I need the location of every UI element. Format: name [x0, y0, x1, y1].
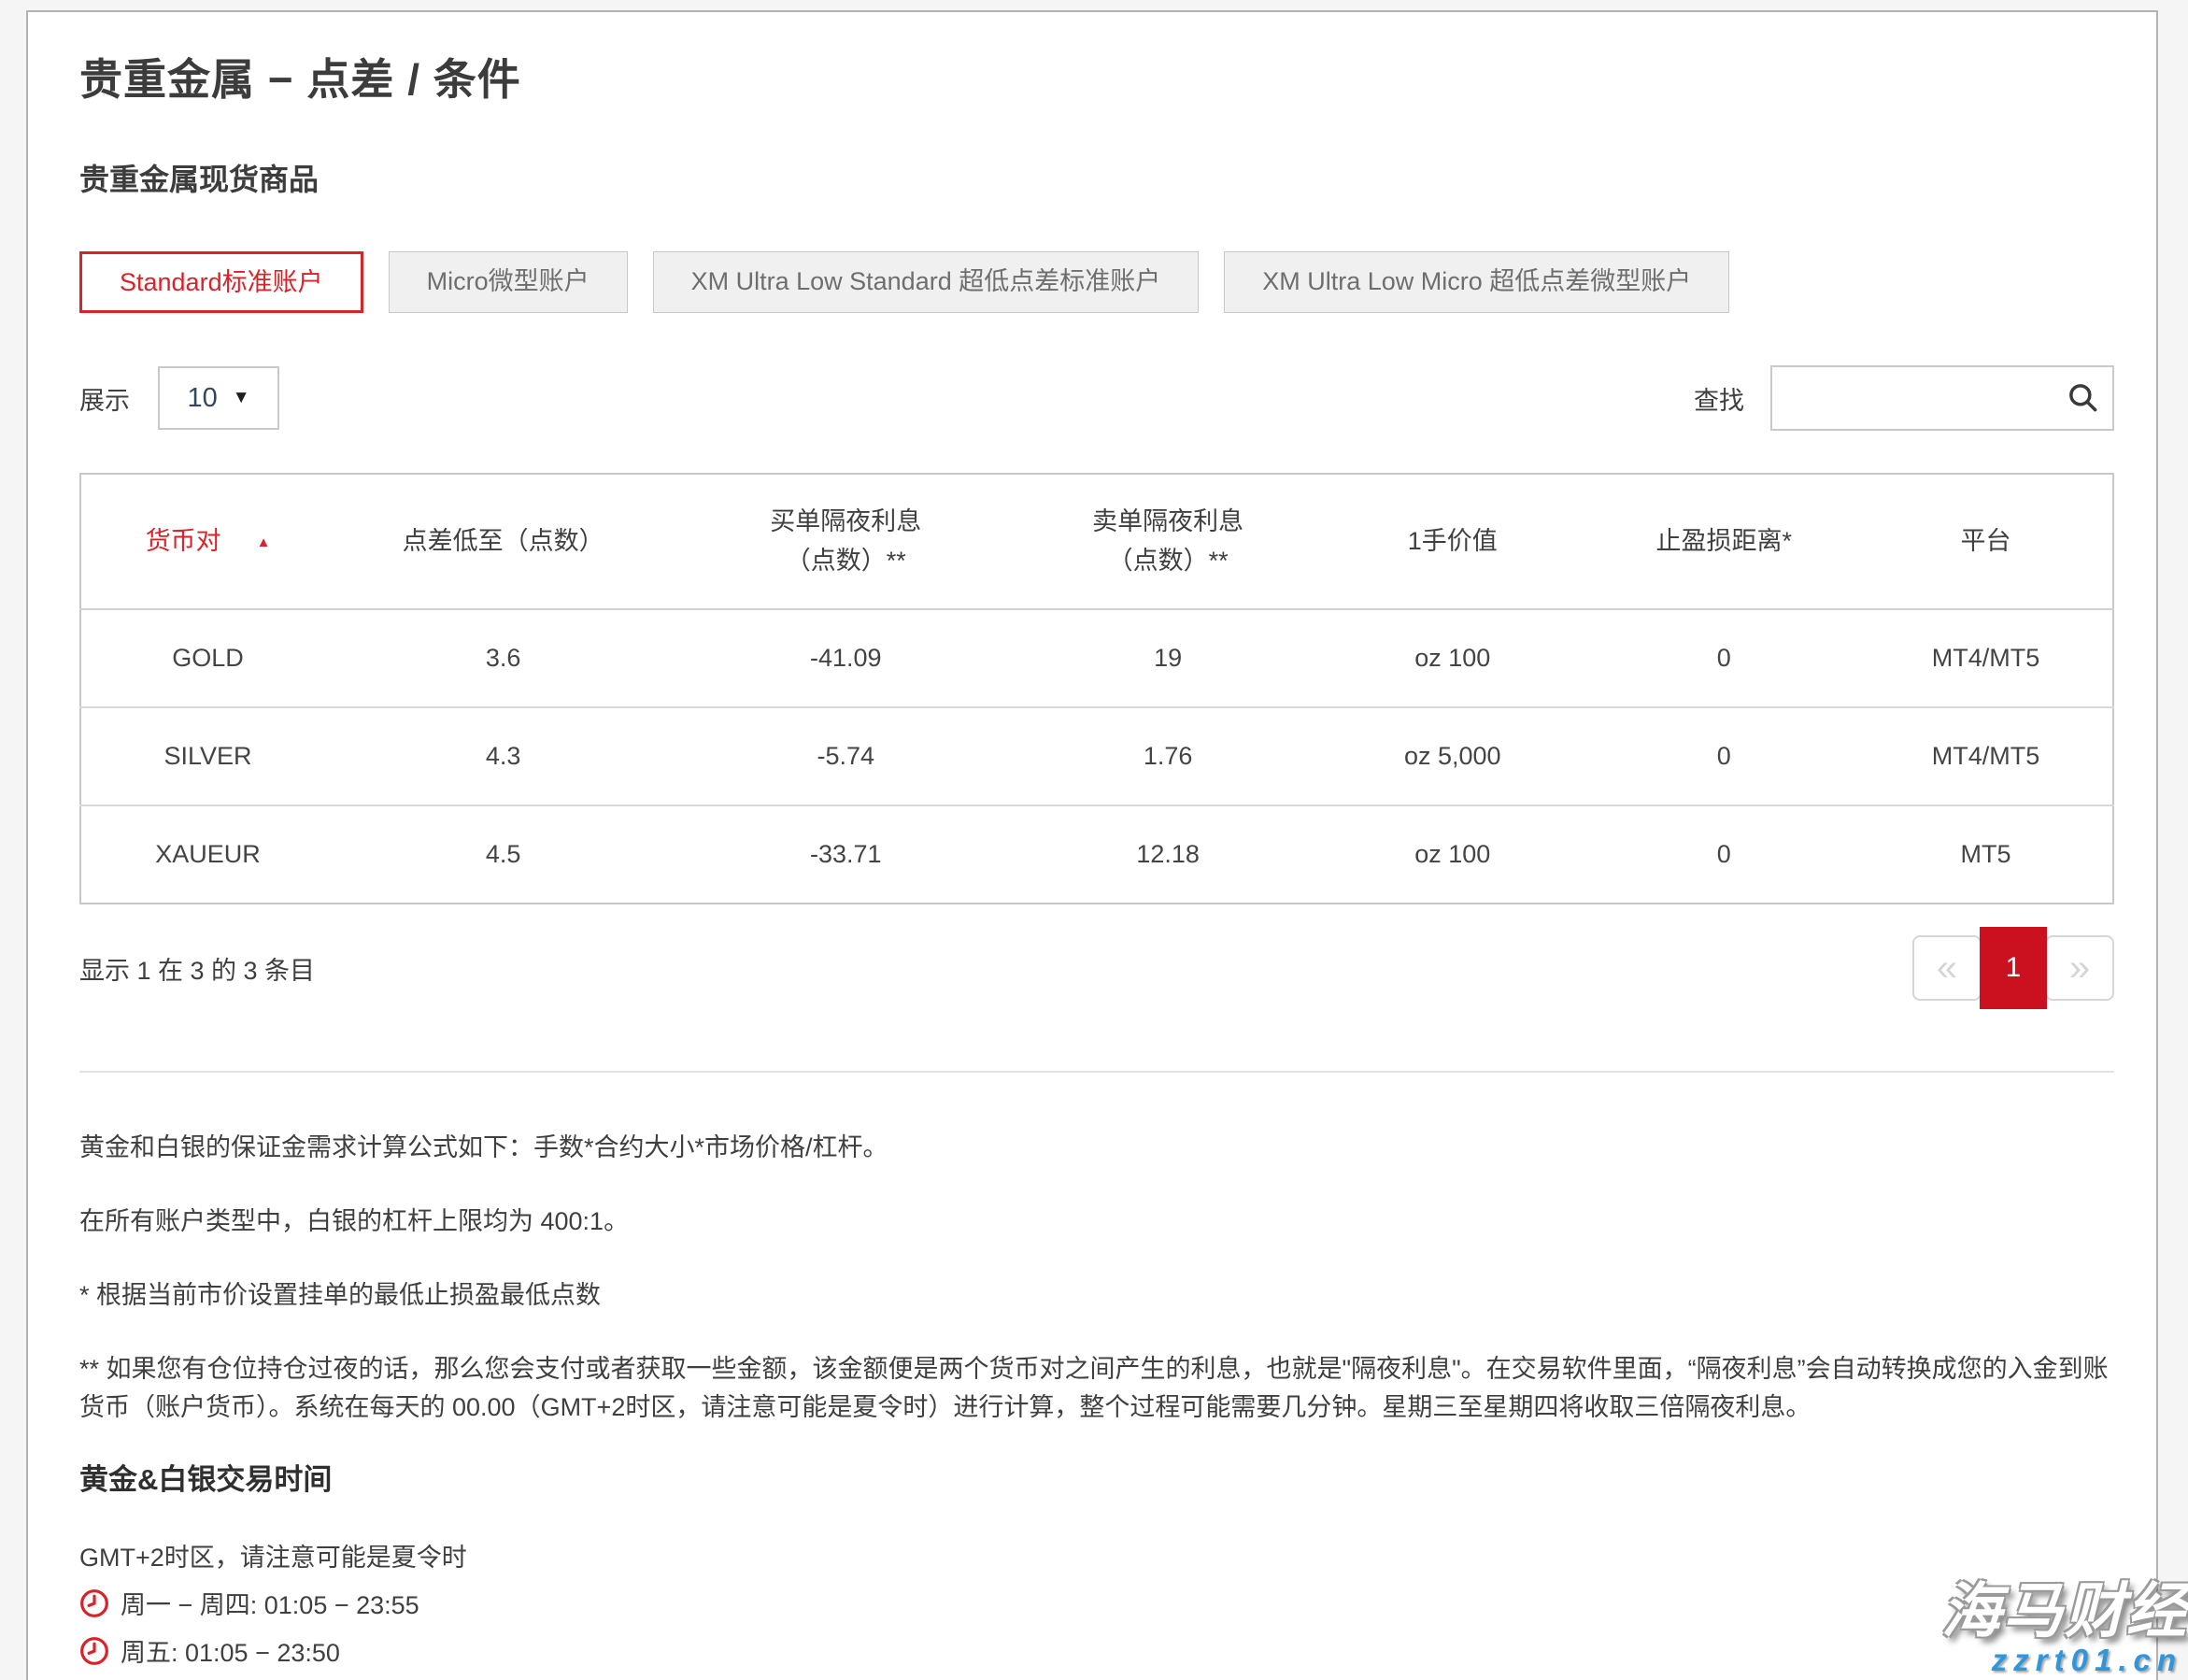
notes-section: 黄金和白银的保证金需求计算公式如下：手数*合约大小*市场价格/杠杆。 在所有账户…: [79, 1129, 2114, 1428]
schedule-row-weekdays: 周一 − 周四: 01:05 − 23:55: [79, 1585, 2114, 1621]
stop-level-footnote: * 根据当前市价设置挂单的最低止损盈最低点数: [79, 1276, 2114, 1316]
show-entries-label: 展示: [79, 380, 130, 417]
pagination-page-1[interactable]: 1: [1980, 927, 2047, 1009]
page-size-select[interactable]: 10 ▼: [158, 366, 279, 430]
cell-buy-swap: -33.71: [672, 805, 1019, 904]
sort-asc-icon: ▲: [257, 532, 271, 553]
metals-spreads-table: 货币对 ▲ 点差低至（点数） 买单隔夜利息 （点数）** 卖单隔夜利息 （点数）*…: [79, 473, 2114, 904]
cell-lot-value: oz 5,000: [1316, 707, 1589, 805]
column-header-sell-swap[interactable]: 卖单隔夜利息 （点数）**: [1019, 474, 1316, 609]
column-header-label: 1手价值: [1408, 527, 1498, 555]
column-header-label: 点差低至（点数）: [403, 527, 604, 555]
column-header-stop-limit-distance[interactable]: 止盈损距离*: [1589, 474, 1859, 609]
page-subtitle: 贵重金属现货商品: [79, 156, 2114, 199]
cell-stop-distance: 0: [1589, 707, 1859, 805]
table-row-gold: GOLD 3.6 -41.09 19 oz 100 0 MT4/MT5: [80, 609, 2113, 707]
tab-ultra-low-standard-account[interactable]: XM Ultra Low Standard 超低点差标准账户: [653, 251, 1200, 313]
cell-symbol: XAUEUR: [80, 805, 334, 904]
column-header-label: 货币对: [146, 527, 221, 555]
search-input[interactable]: [1770, 365, 2114, 431]
schedule-text: 周五: 01:05 − 23:50: [121, 1632, 340, 1669]
page-title: 贵重金属 − 点差 / 条件: [79, 46, 2114, 107]
column-header-label: 卖单隔夜利息: [1019, 503, 1316, 542]
pagination-prev-button[interactable]: «: [1912, 935, 1982, 1001]
section-divider: [79, 1071, 2114, 1073]
results-summary: 显示 1 在 3 的 3 条目: [79, 950, 315, 987]
cell-spread: 4.3: [334, 707, 672, 805]
tab-micro-account[interactable]: Micro微型账户: [389, 251, 628, 313]
margin-formula-note: 黄金和白银的保证金需求计算公式如下：手数*合约大小*市场价格/杠杆。: [79, 1129, 2114, 1168]
cell-symbol: SILVER: [80, 707, 334, 805]
column-header-buy-swap[interactable]: 买单隔夜利息 （点数）**: [672, 474, 1019, 609]
timezone-note: GMT+2时区，请注意可能是夏令时: [79, 1537, 2114, 1573]
column-header-label: （点数）**: [672, 542, 1019, 581]
swap-footnote: ** 如果您有仓位持仓过夜的话，那么您会支付或者获取一些金额，该金额便是两个货币…: [79, 1350, 2114, 1429]
column-header-platform[interactable]: 平台: [1859, 474, 2113, 609]
column-header-label: 平台: [1960, 527, 2010, 555]
tab-ultra-low-micro-account[interactable]: XM Ultra Low Micro 超低点差微型账户: [1224, 251, 1729, 313]
tab-standard-account[interactable]: Standard标准账户: [79, 251, 363, 313]
column-header-label: 买单隔夜利息: [672, 503, 1019, 542]
table-controls: 展示 10 ▼ 查找: [79, 365, 2114, 431]
column-header-spread-low[interactable]: 点差低至（点数）: [334, 474, 672, 609]
leverage-note: 在所有账户类型中，白银的杠杆上限均为 400:1。: [79, 1203, 2114, 1242]
cell-stop-distance: 0: [1589, 805, 1859, 904]
table-row-xaueur: XAUEUR 4.5 -33.71 12.18 oz 100 0 MT5: [80, 805, 2113, 904]
cell-sell-swap: 12.18: [1019, 805, 1316, 904]
cell-buy-swap: -5.74: [672, 707, 1019, 805]
page-size-value: 10: [187, 383, 217, 414]
cell-sell-swap: 1.76: [1019, 707, 1316, 805]
trading-hours-heading: 黄金&白银交易时间: [79, 1456, 2114, 1498]
column-header-lot-value[interactable]: 1手价值: [1316, 474, 1589, 609]
clock-icon: [79, 1636, 109, 1666]
cell-buy-swap: -41.09: [672, 609, 1019, 707]
chevron-down-icon: ▼: [233, 388, 250, 408]
clock-icon: [79, 1588, 109, 1618]
pagination: « 1 »: [1912, 927, 2114, 1009]
table-header-row: 货币对 ▲ 点差低至（点数） 买单隔夜利息 （点数）** 卖单隔夜利息 （点数）*…: [80, 474, 2113, 609]
page-panel: 贵重金属 − 点差 / 条件 贵重金属现货商品 Standard标准账户 Mic…: [26, 10, 2158, 1680]
cell-sell-swap: 19: [1019, 609, 1316, 707]
cell-lot-value: oz 100: [1316, 805, 1589, 904]
cell-stop-distance: 0: [1589, 609, 1859, 707]
schedule-row-friday: 周五: 01:05 − 23:50: [79, 1632, 2114, 1669]
cell-platform: MT4/MT5: [1859, 707, 2113, 805]
schedule-text: 周一 − 周四: 01:05 − 23:55: [121, 1585, 419, 1621]
table-row-silver: SILVER 4.3 -5.74 1.76 oz 5,000 0 MT4/MT5: [80, 707, 2113, 805]
search-label: 查找: [1694, 380, 1744, 417]
column-header-label: （点数）**: [1019, 542, 1316, 581]
cell-spread: 4.5: [334, 805, 672, 904]
cell-spread: 3.6: [334, 609, 672, 707]
cell-platform: MT4/MT5: [1859, 609, 2113, 707]
cell-platform: MT5: [1859, 805, 2113, 904]
pagination-next-button[interactable]: »: [2045, 935, 2114, 1001]
column-header-currency-pair[interactable]: 货币对 ▲: [80, 474, 334, 609]
account-type-tabs: Standard标准账户 Micro微型账户 XM Ultra Low Stan…: [79, 251, 2114, 313]
cell-symbol: GOLD: [80, 609, 334, 707]
cell-lot-value: oz 100: [1316, 609, 1589, 707]
column-header-label: 止盈损距离*: [1656, 527, 1793, 555]
